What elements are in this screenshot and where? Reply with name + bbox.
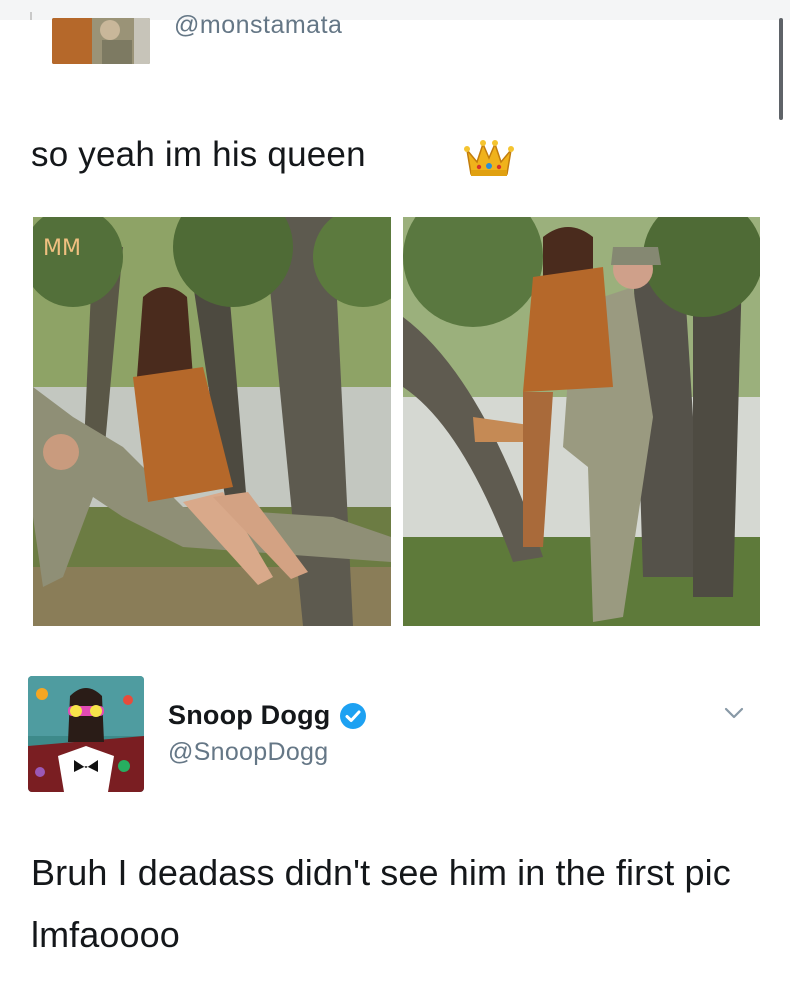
photo-couple-lift[interactable]: [403, 217, 760, 626]
display-name[interactable]: Snoop Dogg: [168, 700, 330, 731]
tweet-1-handle[interactable]: @monstamata: [174, 11, 342, 40]
crown-icon: [464, 140, 514, 176]
chevron-down-icon[interactable]: [724, 706, 744, 720]
tweet-2-handle[interactable]: @SnoopDogg: [168, 738, 328, 767]
verified-badge-icon: [340, 702, 367, 729]
photo-watermark: MM: [43, 236, 81, 261]
divider-mark: [30, 12, 32, 20]
avatar-snoopdogg[interactable]: [28, 676, 144, 792]
photo-couple-sitting[interactable]: MM: [33, 217, 391, 626]
scrollbar[interactable]: [779, 18, 783, 120]
tweet-2-author[interactable]: Snoop Dogg: [168, 700, 367, 731]
screenshot-page: @monstamata so yeah im his queen MM Snoo…: [0, 0, 790, 1000]
top-strip: [0, 0, 790, 20]
avatar-monstamata[interactable]: [52, 18, 150, 64]
tweet-2-text: Bruh I deadass didn't see him in the fir…: [31, 852, 731, 955]
tweet-1-text: so yeah im his queen: [31, 135, 366, 174]
